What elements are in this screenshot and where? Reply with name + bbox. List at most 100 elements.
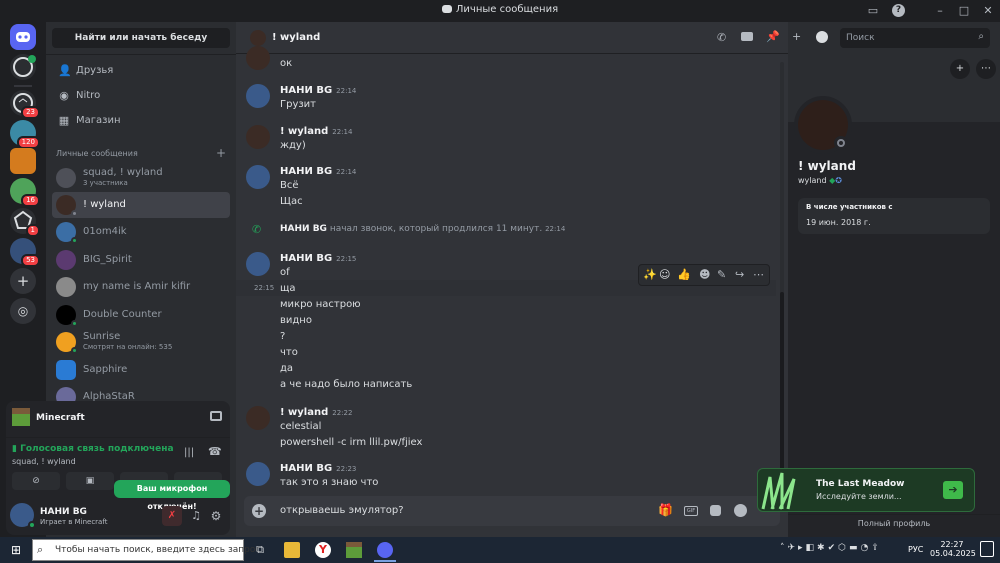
discord-logo-icon bbox=[441, 5, 452, 13]
close-button[interactable]: ✕ bbox=[979, 2, 997, 20]
server-icon[interactable]: 1 bbox=[10, 208, 40, 237]
divider bbox=[6, 437, 230, 438]
divider bbox=[788, 514, 1000, 515]
add-friends-icon[interactable]: + bbox=[792, 30, 801, 43]
profile-toggle-icon[interactable] bbox=[816, 31, 828, 43]
avatar bbox=[56, 360, 76, 380]
avatar bbox=[246, 84, 270, 108]
server-icon[interactable]: 53 bbox=[10, 238, 40, 267]
message-composer[interactable]: + открываешь эмулятор? 🎁 GIF bbox=[244, 496, 780, 526]
yandex-browser-icon[interactable]: Y bbox=[315, 542, 331, 558]
minecraft-icon[interactable] bbox=[346, 542, 362, 558]
message-actions-bar: ✨ ☺ 👍 ☻ ✎ ↪ ⋯ bbox=[638, 264, 770, 286]
emoji-reaction-icon[interactable]: ☺ bbox=[659, 268, 670, 282]
add-server-icon[interactable]: + bbox=[10, 268, 36, 294]
edit-icon[interactable]: ✎ bbox=[717, 268, 726, 282]
dm-item[interactable]: squad, ! wyland 3 участника bbox=[52, 165, 230, 191]
video-call-icon[interactable] bbox=[741, 32, 753, 41]
author-name: НАНИ BG bbox=[280, 166, 333, 177]
avatar bbox=[56, 222, 78, 244]
server-icon[interactable]: 23 bbox=[10, 90, 40, 119]
nav-friends[interactable]: 👤 Друзья bbox=[52, 60, 230, 82]
scrollbar-track[interactable] bbox=[780, 62, 784, 502]
add-reaction-icon[interactable]: ☻ bbox=[699, 268, 710, 282]
inbox-icon[interactable]: ▭ bbox=[864, 2, 882, 20]
task-view-icon[interactable]: ⧉ bbox=[252, 542, 268, 558]
thumbs-up-icon[interactable]: 👍 bbox=[677, 268, 691, 282]
avatar bbox=[56, 250, 76, 270]
dm-section-header: Личные сообщения + bbox=[56, 146, 226, 160]
signal-icon: ▮ bbox=[12, 444, 21, 454]
message-text: of bbox=[280, 267, 290, 278]
timestamp: 22:23 bbox=[336, 465, 357, 473]
share-screen-button[interactable]: ▣ bbox=[66, 472, 114, 490]
find-conversation-button[interactable]: Найти или начать беседу bbox=[52, 28, 230, 48]
dm-item[interactable]: BIG_Spirit bbox=[52, 247, 230, 273]
server-icon[interactable] bbox=[10, 148, 36, 174]
more-icon[interactable]: ⋯ bbox=[753, 268, 764, 282]
promo-toast[interactable]: The Last Meadow Исследуйте земли... ➔ bbox=[757, 468, 975, 512]
headphones-icon[interactable]: ♫ bbox=[186, 506, 206, 526]
timestamp: 22:14 bbox=[336, 87, 357, 95]
nitro-icon: ◉ bbox=[59, 89, 69, 102]
server-icon[interactable]: 16 bbox=[10, 178, 40, 207]
server-icon[interactable] bbox=[10, 54, 36, 80]
clock[interactable]: 22:27 05.04.2025 bbox=[930, 540, 976, 558]
language-indicator[interactable]: РУС bbox=[908, 545, 923, 554]
sticker-icon[interactable] bbox=[710, 505, 721, 516]
settings-icon[interactable]: ⚙ bbox=[206, 506, 226, 526]
nav-shop[interactable]: ▦ Магазин bbox=[52, 110, 230, 132]
member-since-card: В числе участников с 19 июн. 2018 г. bbox=[798, 198, 990, 234]
promo-subtitle: Исследуйте земли... bbox=[816, 492, 902, 501]
message-text: Щас bbox=[280, 196, 303, 207]
reply-icon[interactable]: ↪ bbox=[735, 268, 744, 282]
create-dm-icon[interactable]: + bbox=[216, 146, 226, 160]
time: 22:27 bbox=[940, 540, 964, 549]
dm-item[interactable]: my name is Amir kifir bbox=[52, 274, 230, 300]
timestamp: 22:15 bbox=[336, 255, 357, 263]
attach-icon[interactable]: + bbox=[252, 504, 266, 518]
chat-area: ! wyland ✆ 📌 + Поиск ⌕ ок НАНИ BG 22:14 Гр… bbox=[236, 22, 990, 537]
file-explorer-icon[interactable] bbox=[284, 542, 300, 558]
stream-icon[interactable] bbox=[210, 411, 222, 421]
sparkle-icon[interactable]: ✨ bbox=[643, 268, 657, 282]
scrollbar-thumb[interactable] bbox=[780, 292, 784, 492]
avatar[interactable] bbox=[10, 503, 36, 529]
emoji-icon[interactable] bbox=[734, 504, 747, 517]
mic-muted-icon[interactable]: ✗ bbox=[162, 506, 182, 526]
discover-icon[interactable]: ◎ bbox=[10, 298, 36, 324]
taskbar-search[interactable]: ⌕ Чтобы начать поиск, введите здесь запро… bbox=[32, 539, 260, 561]
nav-nitro[interactable]: ◉ Nitro bbox=[52, 85, 230, 107]
system-tray-icons[interactable]: ˄✈▸◧✱✔⬡▬◔⇪ bbox=[780, 543, 882, 553]
add-friend-icon[interactable]: + bbox=[950, 59, 970, 79]
call-icon[interactable]: ✆ bbox=[717, 31, 726, 44]
activity-name: Minecraft bbox=[36, 413, 85, 423]
search-icon: ⌕ bbox=[978, 31, 984, 42]
dm-item[interactable]: 01om4ik bbox=[52, 219, 230, 245]
avatar bbox=[246, 406, 270, 430]
minimize-button[interactable]: – bbox=[931, 2, 949, 20]
dm-item[interactable]: Sunrise Смотрят на онлайн: 535 bbox=[52, 329, 230, 355]
noise-icon[interactable]: ||| bbox=[184, 447, 194, 458]
more-options-icon[interactable]: ⋯ bbox=[976, 59, 996, 79]
message-text: ? bbox=[280, 331, 286, 342]
server-icon[interactable]: 120 bbox=[10, 120, 40, 149]
message-input[interactable]: открываешь эмулятор? bbox=[280, 505, 404, 516]
dm-item[interactable]: Sapphire bbox=[52, 357, 230, 383]
maximize-button[interactable]: □ bbox=[955, 2, 973, 20]
windows-start-icon[interactable]: ⊞ bbox=[8, 542, 24, 558]
dm-item[interactable]: Double Counter bbox=[52, 302, 230, 328]
pin-icon[interactable]: 📌 bbox=[766, 30, 780, 43]
dm-item-active[interactable]: ! wyland bbox=[52, 192, 230, 218]
arrow-right-icon[interactable]: ➔ bbox=[943, 481, 963, 499]
home-button[interactable] bbox=[10, 24, 36, 50]
disconnect-icon[interactable]: ☎ bbox=[208, 445, 222, 458]
notifications-icon[interactable] bbox=[980, 541, 994, 557]
camera-off-button[interactable]: ⊘ bbox=[12, 472, 60, 490]
search-input[interactable]: Поиск ⌕ bbox=[840, 28, 990, 48]
gift-icon[interactable]: 🎁 bbox=[658, 503, 673, 517]
full-profile-link[interactable]: Полный профиль bbox=[788, 519, 1000, 528]
help-icon[interactable]: ? bbox=[892, 4, 905, 17]
discord-icon[interactable] bbox=[377, 542, 393, 558]
gif-icon[interactable]: GIF bbox=[684, 506, 698, 516]
